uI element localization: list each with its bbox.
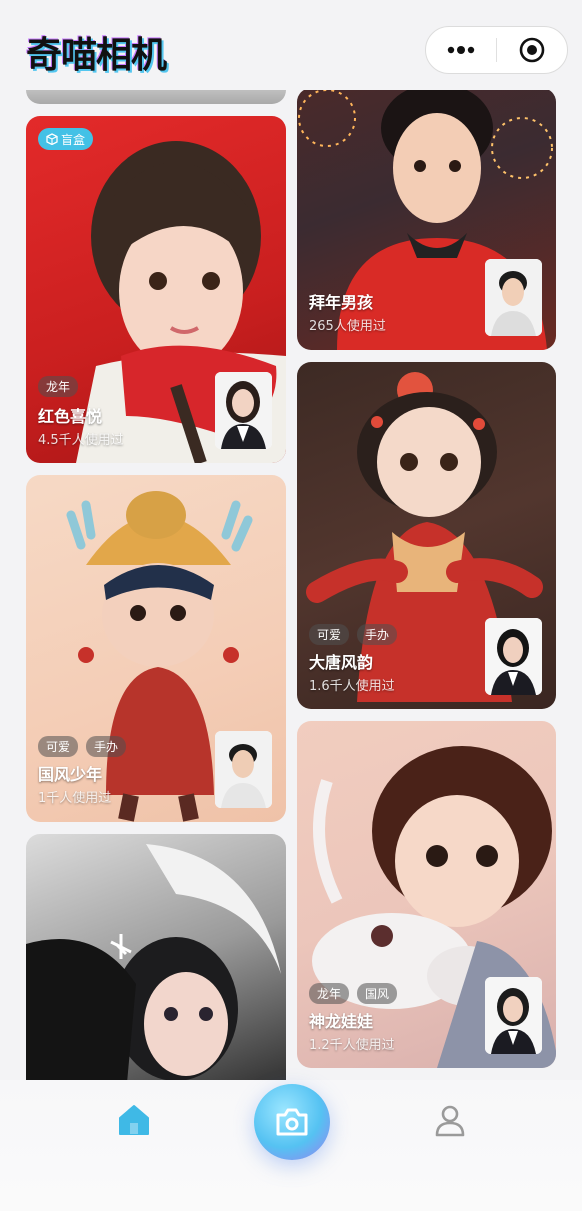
blind-box-badge: 盲盒	[38, 128, 94, 150]
template-card-xuelong[interactable]	[26, 834, 286, 1094]
portrait-thumbnail	[485, 259, 542, 336]
app-root: 盲盒 龙年 红色喜悦 4.5千人使用过 拜年男孩 265人使用过 可爱 手办 大…	[0, 0, 582, 1211]
user-icon	[435, 1105, 465, 1137]
sample-photo	[485, 977, 542, 1054]
template-card-hongse[interactable]: 盲盒 龙年 红色喜悦 4.5千人使用过	[26, 116, 286, 463]
tag: 龙年	[309, 983, 350, 1004]
sample-photo	[485, 618, 542, 695]
close-button[interactable]	[497, 27, 567, 73]
card-title: 大唐风韵	[309, 653, 374, 672]
tag: 可爱	[309, 624, 350, 645]
tag-list: 可爱 手办	[309, 624, 398, 645]
usage-count: 1.2千人使用过	[309, 1038, 395, 1053]
tag: 国风	[357, 983, 398, 1004]
card-title: 红色喜悦	[38, 407, 103, 426]
sample-photo	[215, 731, 272, 808]
sample-photo	[485, 259, 542, 336]
sample-photo	[215, 372, 272, 449]
card-title: 国风少年	[38, 765, 103, 784]
tag: 可爱	[38, 736, 79, 757]
template-card-datang[interactable]: 可爱 手办 大唐风韵 1.6千人使用过	[297, 362, 556, 709]
more-dots-icon	[447, 46, 475, 54]
usage-count: 1千人使用过	[38, 791, 112, 806]
app-logo-title: 奇喵相机	[26, 35, 167, 76]
usage-count: 1.6千人使用过	[309, 679, 395, 694]
tab-home[interactable]	[116, 1102, 152, 1138]
card-illustration	[26, 844, 281, 1094]
portrait-thumbnail	[485, 618, 542, 695]
tag-list: 可爱 手办	[38, 736, 127, 757]
tag-list: 龙年 国风	[309, 983, 398, 1004]
tag-list: 龙年	[38, 376, 79, 397]
portrait-thumbnail	[485, 977, 542, 1054]
portrait-thumbnail	[215, 372, 272, 449]
tag: 手办	[86, 736, 127, 757]
tab-profile[interactable]	[432, 1102, 468, 1138]
card-title: 拜年男孩	[309, 293, 374, 312]
camera-icon	[276, 1108, 308, 1136]
badge-label: 盲盒	[61, 132, 86, 147]
template-card-bainian[interactable]: 拜年男孩 265人使用过	[297, 88, 556, 350]
box-icon	[46, 133, 58, 145]
camera-button[interactable]	[254, 1084, 330, 1160]
template-card-guofeng[interactable]: 可爱 手办 国风少年 1千人使用过	[26, 475, 286, 822]
top-bar: 奇喵相机	[0, 0, 582, 90]
target-icon	[519, 37, 545, 63]
tag: 手办	[357, 624, 398, 645]
portrait-thumbnail	[215, 731, 272, 808]
usage-count: 4.5千人使用过	[38, 433, 124, 448]
home-icon	[119, 1105, 149, 1135]
mini-program-capsule	[425, 26, 568, 74]
card-title: 神龙娃娃	[309, 1012, 374, 1031]
usage-count: 265人使用过	[309, 319, 386, 334]
tag: 龙年	[38, 376, 79, 397]
more-button[interactable]	[426, 27, 496, 73]
template-card-shenlong[interactable]: 龙年 国风 神龙娃娃 1.2千人使用过	[297, 721, 556, 1068]
